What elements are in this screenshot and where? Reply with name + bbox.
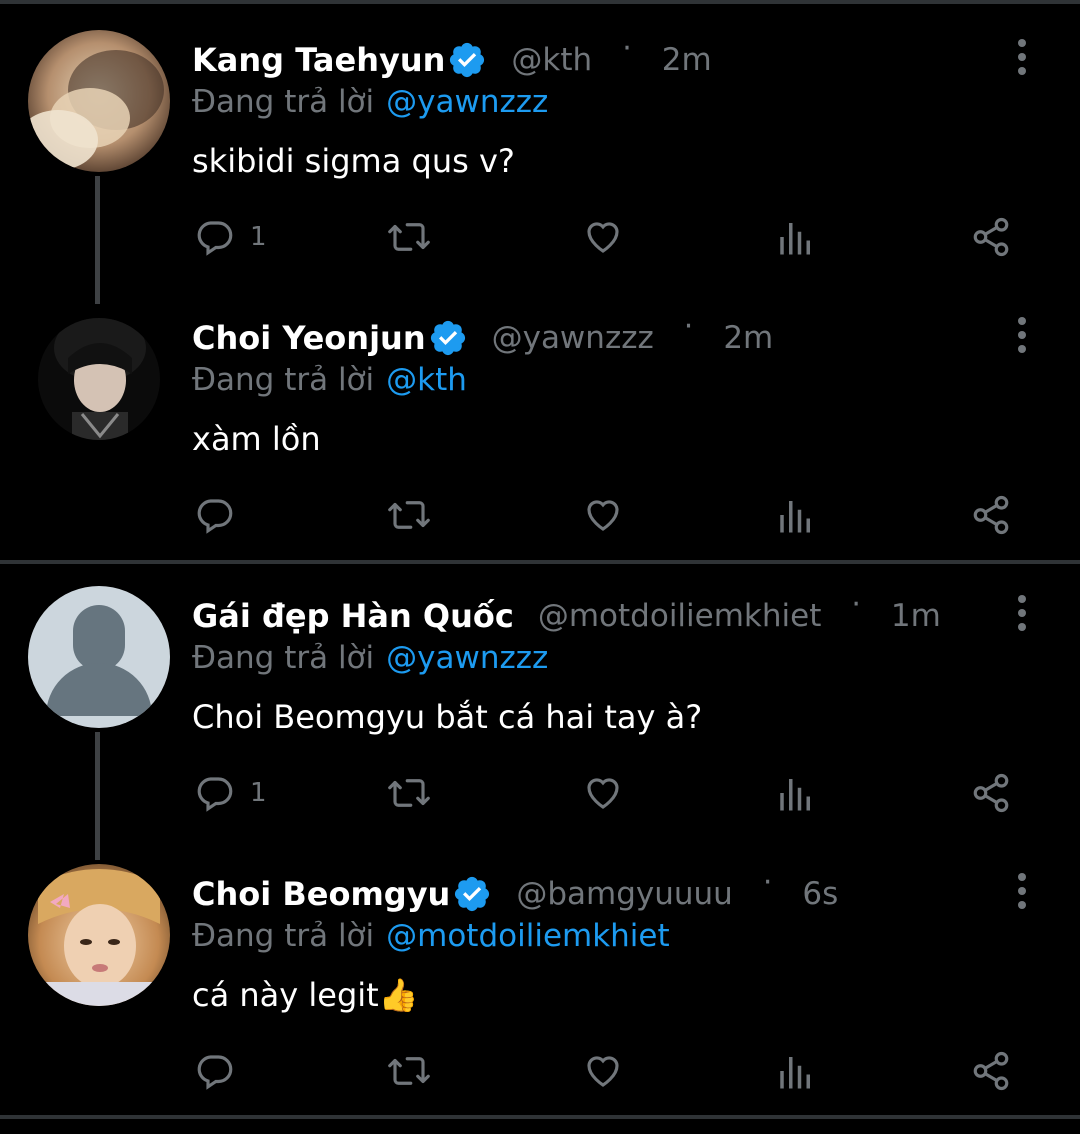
retweet-button[interactable] xyxy=(386,1048,432,1094)
separator-dot: · xyxy=(762,864,773,900)
action-bar xyxy=(0,492,1080,542)
action-bar xyxy=(0,1048,1080,1098)
tweet-card[interactable]: Choi Yeonjun @yawnzzz · 2m Đang trả lời @… xyxy=(0,278,1080,556)
replying-to: Đang trả lời @yawnzzz xyxy=(192,640,548,676)
avatar[interactable] xyxy=(28,30,170,172)
views-button[interactable] xyxy=(778,492,814,538)
timestamp[interactable]: 6s xyxy=(802,876,838,912)
bottom-divider xyxy=(0,1115,1080,1119)
action-bar: 1 xyxy=(0,770,1080,820)
like-icon xyxy=(582,1050,624,1092)
share-icon xyxy=(970,1050,1012,1092)
user-handle[interactable]: @kth xyxy=(511,42,592,78)
avatar[interactable] xyxy=(28,864,170,1006)
separator-dot: · xyxy=(851,586,861,622)
mention-link[interactable]: @motdoiliemkhiet xyxy=(386,918,670,954)
user-handle[interactable]: @motdoiliemkhiet xyxy=(538,598,822,634)
views-button[interactable] xyxy=(778,770,814,816)
user-handle[interactable]: @bamgyuuuu xyxy=(516,876,733,912)
retweet-button[interactable] xyxy=(386,770,432,816)
separator-dot: · xyxy=(683,308,694,344)
tweet-header: Kang Taehyun @kth · 2m xyxy=(192,31,712,84)
retweet-icon xyxy=(386,772,432,814)
more-icon[interactable] xyxy=(1008,872,1036,912)
reply-button[interactable] xyxy=(194,492,250,538)
avatar[interactable] xyxy=(38,318,160,440)
like-icon xyxy=(582,216,624,258)
reply-icon xyxy=(194,1050,236,1092)
like-button[interactable] xyxy=(582,1048,624,1094)
replying-to: Đang trả lời @motdoiliemkhiet xyxy=(192,918,670,954)
tweet-text: Choi Beomgyu bắt cá hai tay à? xyxy=(192,698,703,736)
verified-icon xyxy=(428,318,468,358)
separator-dot: · xyxy=(622,30,632,66)
reply-button[interactable]: 1 xyxy=(194,214,267,260)
action-bar: 1 xyxy=(0,214,1080,264)
timestamp[interactable]: 1m xyxy=(891,598,941,634)
display-name[interactable]: Choi Beomgyu xyxy=(192,875,450,913)
replying-label: Đang trả lời xyxy=(192,84,375,120)
views-button[interactable] xyxy=(778,214,814,260)
replying-label: Đang trả lời xyxy=(192,918,375,954)
display-name[interactable]: Gái đẹp Hàn Quốc xyxy=(192,597,514,635)
reply-count: 1 xyxy=(250,222,267,252)
share-icon xyxy=(970,494,1012,536)
views-button[interactable] xyxy=(778,1048,814,1094)
share-button[interactable] xyxy=(970,214,1012,260)
reply-icon xyxy=(194,216,236,258)
tweet-header: Choi Yeonjun @yawnzzz · 2m xyxy=(192,309,773,362)
reply-button[interactable] xyxy=(194,1048,250,1094)
tweet-text: skibidi sigma qus v? xyxy=(192,142,515,180)
timestamp[interactable]: 2m xyxy=(723,320,773,356)
verified-icon xyxy=(447,40,487,80)
mention-link[interactable]: @yawnzzz xyxy=(386,84,548,120)
replying-label: Đang trả lời xyxy=(192,640,375,676)
views-icon xyxy=(778,1050,814,1092)
reply-icon xyxy=(194,772,236,814)
display-name[interactable]: Kang Taehyun xyxy=(192,41,445,79)
mention-link[interactable]: @kth xyxy=(386,362,467,398)
views-icon xyxy=(778,772,814,814)
timestamp[interactable]: 2m xyxy=(662,42,712,78)
reply-count: 1 xyxy=(250,778,267,808)
avatar[interactable] xyxy=(28,586,170,728)
share-button[interactable] xyxy=(970,492,1012,538)
replying-label: Đang trả lời xyxy=(192,362,375,398)
like-icon xyxy=(582,772,624,814)
more-icon[interactable] xyxy=(1008,316,1036,356)
like-button[interactable] xyxy=(582,214,624,260)
retweet-icon xyxy=(386,216,432,258)
views-icon xyxy=(778,216,814,258)
share-icon xyxy=(970,772,1012,814)
like-button[interactable] xyxy=(582,492,624,538)
more-icon[interactable] xyxy=(1008,38,1036,78)
reply-icon xyxy=(194,494,236,536)
display-name[interactable]: Choi Yeonjun xyxy=(192,319,426,357)
retweet-icon xyxy=(386,1050,432,1092)
replying-to: Đang trả lời @kth xyxy=(192,362,467,398)
share-button[interactable] xyxy=(970,1048,1012,1094)
more-icon[interactable] xyxy=(1008,594,1036,634)
tweet-text: xàm lồn xyxy=(192,420,321,458)
reply-button[interactable]: 1 xyxy=(194,770,267,816)
replying-to: Đang trả lời @yawnzzz xyxy=(192,84,548,120)
tweet-text: cá này legit👍 xyxy=(192,976,419,1014)
views-icon xyxy=(778,494,814,536)
tweet-card[interactable]: Choi Beomgyu @bamgyuuuu · 6s Đang trả lờ… xyxy=(0,834,1080,1112)
tweet-header: Choi Beomgyu @bamgyuuuu · 6s xyxy=(192,865,838,918)
verified-icon xyxy=(452,874,492,914)
like-icon xyxy=(582,494,624,536)
share-button[interactable] xyxy=(970,770,1012,816)
retweet-button[interactable] xyxy=(386,492,432,538)
retweet-icon xyxy=(386,494,432,536)
tweet-header: Gái đẹp Hàn Quốc @motdoiliemkhiet · 1m xyxy=(192,587,941,640)
mention-link[interactable]: @yawnzzz xyxy=(386,640,548,676)
user-handle[interactable]: @yawnzzz xyxy=(492,320,654,356)
tweet-card[interactable]: Gái đẹp Hàn Quốc @motdoiliemkhiet · 1m Đ… xyxy=(0,556,1080,834)
share-icon xyxy=(970,216,1012,258)
like-button[interactable] xyxy=(582,770,624,816)
tweet-card[interactable]: Kang Taehyun @kth · 2m Đang trả lời @yawn… xyxy=(0,0,1080,278)
retweet-button[interactable] xyxy=(386,214,432,260)
